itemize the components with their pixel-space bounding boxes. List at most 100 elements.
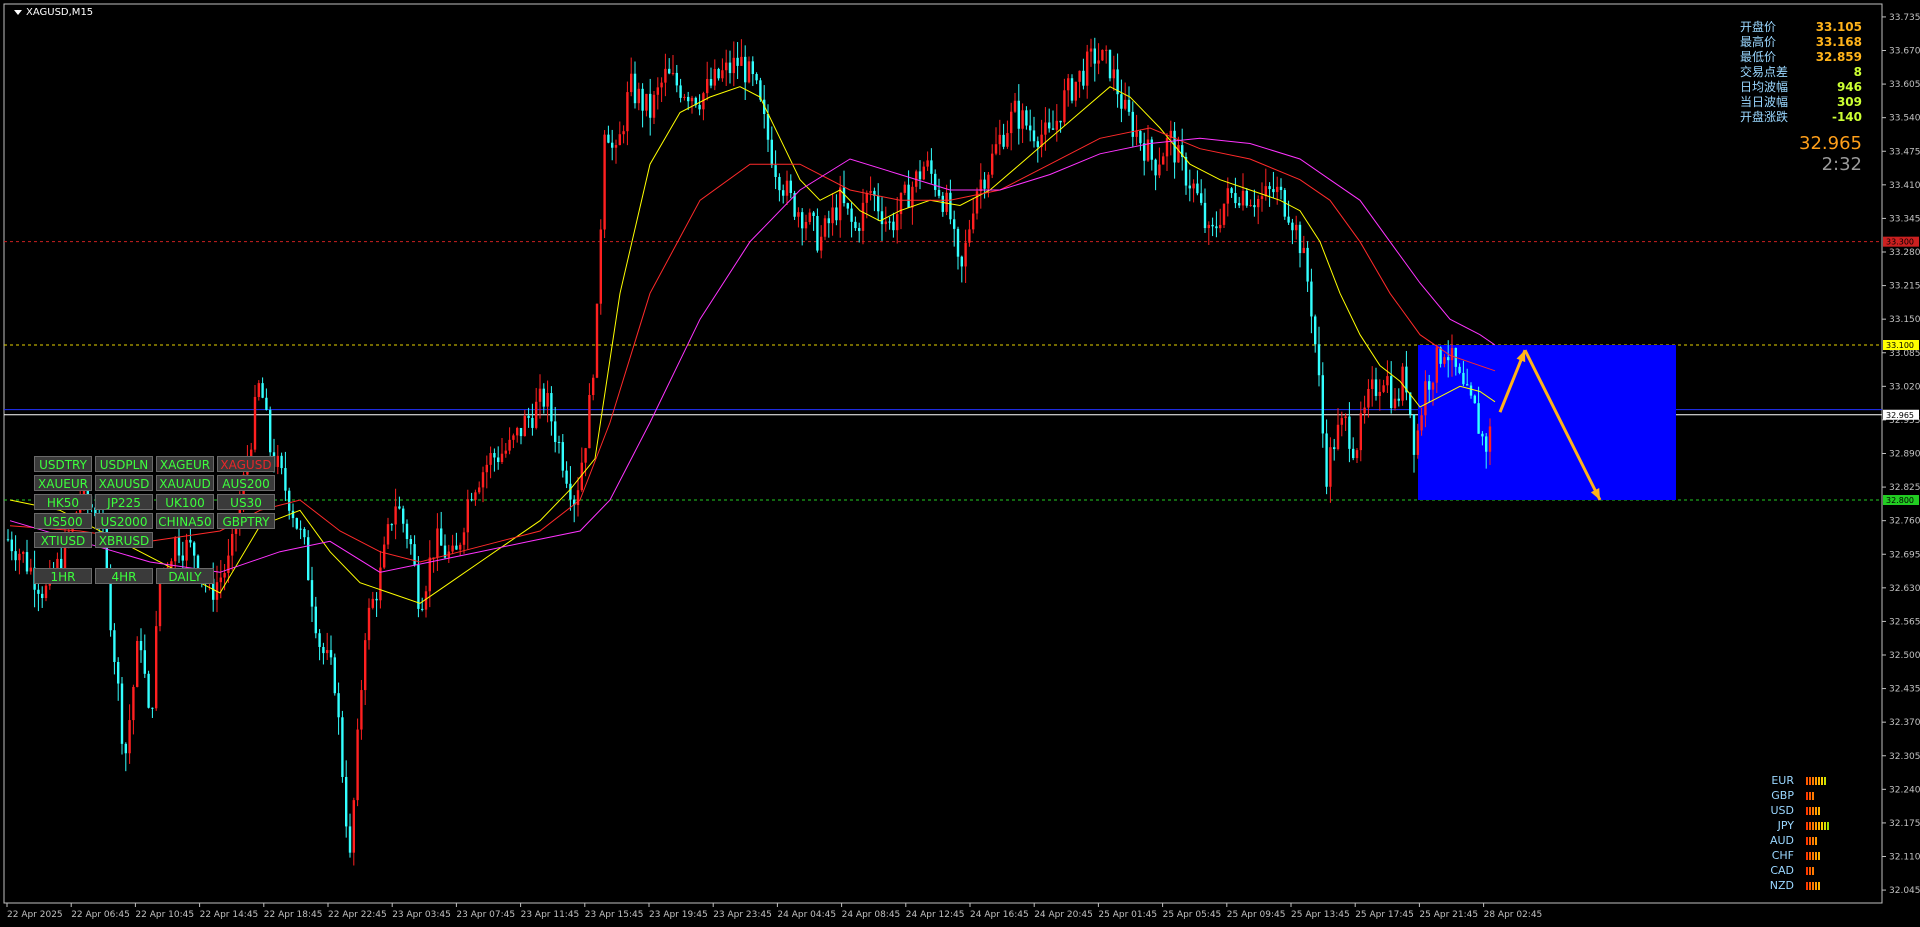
symbol-button-gbptry[interactable]: GBPTRY — [217, 513, 275, 529]
candle-body — [668, 68, 671, 74]
symbol-button-hk50[interactable]: HK50 — [34, 494, 92, 510]
candle-body — [706, 79, 709, 94]
candle-body — [1481, 433, 1484, 437]
candle-body — [22, 552, 25, 554]
symbol-button-usdpln[interactable]: USDPLN — [95, 456, 153, 472]
candle-body — [968, 229, 971, 243]
candle-body — [1234, 193, 1237, 204]
symbol-button-xtiusd[interactable]: XTIUSD — [34, 532, 92, 548]
x-tick-label: 22 Apr 18:45 — [264, 910, 323, 920]
candle-body — [303, 529, 306, 538]
strength-bar — [1812, 776, 1814, 785]
candle-body — [322, 646, 325, 654]
candle-body — [1230, 188, 1233, 194]
chart-title[interactable]: XAGUSD,M15 — [14, 7, 93, 18]
y-tick-label: 33.345 — [1889, 214, 1920, 224]
candle-body — [1397, 398, 1400, 401]
strength-bar — [1818, 776, 1820, 785]
candle-body — [352, 800, 355, 853]
candle-body — [949, 192, 952, 220]
strength-bar — [1806, 791, 1808, 800]
candle-body — [10, 539, 13, 552]
candle-body — [846, 203, 849, 209]
candle-body — [1238, 203, 1241, 206]
x-tick-label: 28 Apr 02:45 — [1484, 910, 1543, 920]
candle-body — [527, 415, 530, 418]
symbol-button-xbrusd[interactable]: XBRUSD — [95, 532, 153, 548]
candle-body — [880, 211, 884, 225]
symbol-button-xaueur[interactable]: XAUEUR — [34, 475, 92, 491]
candle-body — [455, 545, 458, 550]
candle-body — [1192, 183, 1195, 189]
candle-body — [158, 577, 162, 627]
symbol-button-xauusd[interactable]: XAUUSD — [95, 475, 153, 491]
candle-body — [911, 186, 914, 208]
strength-bar — [1818, 821, 1820, 830]
candle-body — [649, 93, 652, 118]
timeframe-button-4hr[interactable]: 4HR — [95, 568, 153, 584]
symbol-button-usdtry[interactable]: USDTRY — [34, 456, 92, 472]
candle-body — [512, 435, 515, 440]
candle-body — [755, 74, 758, 81]
candle-body — [1108, 49, 1112, 79]
candle-body — [1211, 224, 1214, 227]
symbol-button-xauaud[interactable]: XAUAUD — [156, 475, 214, 491]
symbol-button-us2000[interactable]: US2000 — [95, 513, 153, 529]
candle-body — [193, 542, 196, 556]
symbol-button-us30[interactable]: US30 — [217, 494, 275, 510]
candle-body — [1241, 190, 1245, 206]
x-tick-label: 24 Apr 16:45 — [970, 910, 1029, 920]
symbol-button-aus200[interactable]: AUS200 — [217, 475, 275, 491]
candle-body — [987, 174, 990, 189]
candle-body — [37, 589, 40, 594]
symbol-button-us500[interactable]: US500 — [34, 513, 92, 529]
strength-bar — [1806, 806, 1808, 815]
candle-body — [584, 448, 587, 463]
candle-body — [858, 228, 861, 231]
candle-body — [1390, 376, 1393, 409]
candle-body — [1078, 70, 1081, 82]
symbol-button-china50[interactable]: CHINA50 — [156, 513, 214, 529]
candle-body — [960, 256, 963, 267]
candle-body — [645, 93, 648, 111]
candle-body — [747, 61, 751, 83]
candle-body — [797, 212, 800, 217]
symbol-button-uk100[interactable]: UK100 — [156, 494, 214, 510]
candle-body — [998, 134, 1001, 145]
candle-body — [865, 192, 868, 203]
candle-body — [728, 62, 732, 74]
candle-body — [25, 552, 29, 572]
candle-body — [1329, 447, 1332, 487]
symbol-button-xageur[interactable]: XAGEUR — [156, 456, 214, 472]
candle-body — [804, 222, 808, 229]
symbol-button-xagusd[interactable]: XAGUSD — [217, 456, 275, 472]
chart-title-label: XAGUSD,M15 — [26, 7, 94, 18]
candle-body — [1139, 130, 1142, 144]
strength-bar — [1806, 776, 1808, 785]
candle-body — [280, 455, 283, 469]
timeframe-button-1hr[interactable]: 1HR — [34, 568, 92, 584]
currency-name: JPY — [1777, 819, 1794, 832]
quote-label: 最低价 — [1740, 50, 1777, 64]
symbol-button-jp225[interactable]: JP225 — [95, 494, 153, 510]
price-level-label: 33.300 — [1886, 238, 1914, 247]
candle-body — [1306, 247, 1309, 282]
candle-body — [1336, 424, 1340, 450]
candle-body — [1469, 385, 1473, 396]
y-axis: 33.735 33.670 33.605 33.540 33.475 33.410 33.3… — [1882, 13, 1920, 896]
candle-body — [888, 221, 891, 223]
x-tick-label: 25 Apr 17:45 — [1355, 910, 1414, 920]
candle-body — [1466, 384, 1469, 386]
y-tick-label: 32.760 — [1889, 517, 1920, 527]
candle-body — [740, 56, 743, 66]
candle-body — [519, 427, 523, 437]
price-chart[interactable]: 33.735 33.670 33.605 33.540 33.475 33.410 33.3… — [0, 0, 1920, 927]
strength-bars — [1806, 866, 1814, 875]
candle-body — [29, 567, 32, 572]
x-tick-label: 25 Apr 01:45 — [1098, 910, 1157, 920]
timeframe-button-daily[interactable]: DAILY — [156, 568, 214, 584]
candle-body — [348, 826, 352, 853]
quote-value: 946 — [1836, 80, 1862, 94]
candle-body — [1010, 111, 1013, 134]
candle-body — [1257, 198, 1260, 208]
